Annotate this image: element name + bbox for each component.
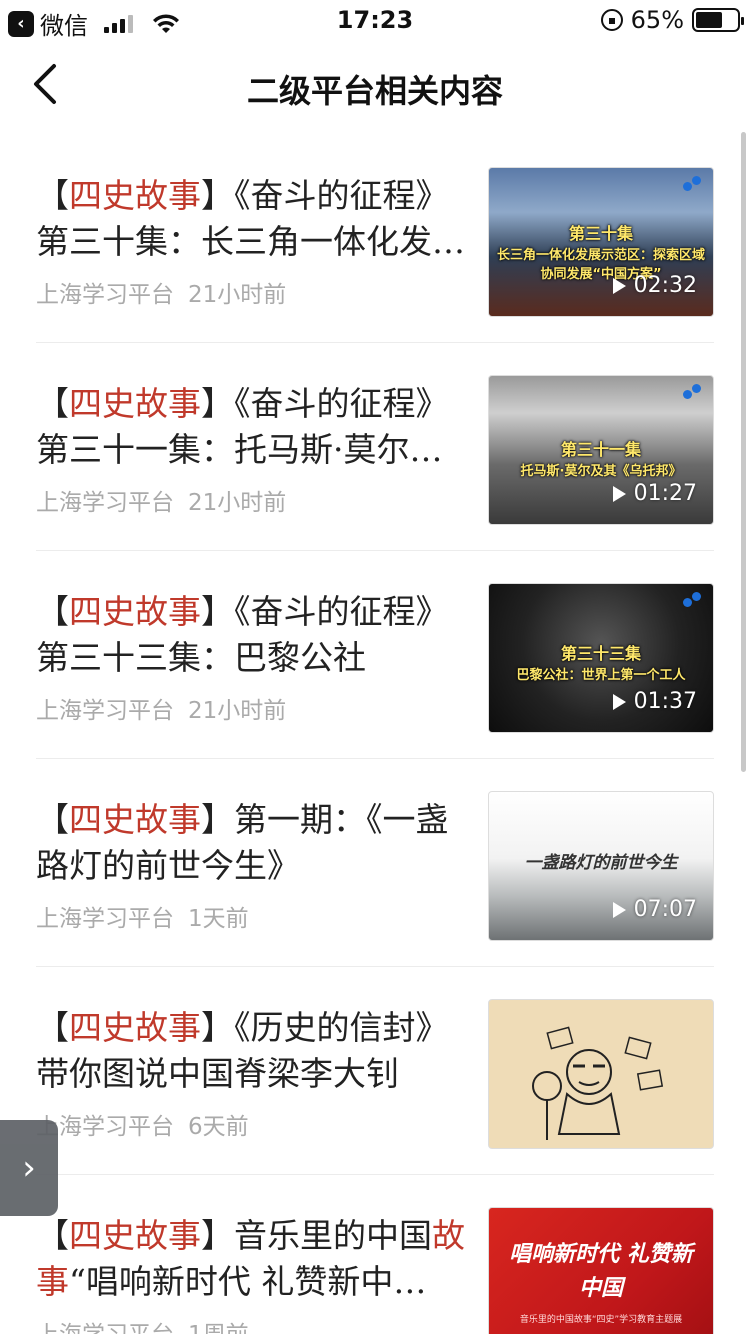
duration-text: 02:32 (633, 273, 697, 298)
battery-icon (692, 8, 744, 32)
illustration-thumbnail[interactable] (488, 999, 714, 1149)
list-item[interactable]: 【四史故事】音乐里的中国故事“唱响新时代 礼赞新中… 上海学习平台 1周前 唱响新… (36, 1175, 714, 1334)
item-time: 1周前 (188, 1315, 249, 1334)
item-title-text: 】音乐里的中国 (201, 1216, 432, 1255)
item-text: 【四史故事】《奋斗的征程》第三十集：长三角一体化发… 上海学习平台 21小时前 (36, 173, 466, 309)
platform-logo-icon (683, 384, 703, 400)
play-icon (612, 485, 626, 502)
thumbnail-caption: 第三十三集 (560, 644, 641, 663)
item-title-text-2: “唱响新时代 礼赞新中… (69, 1262, 427, 1301)
item-source: 上海学习平台 (36, 282, 174, 308)
video-duration: 01:37 (612, 689, 697, 714)
portrait-sketch-icon (532, 1026, 664, 1140)
list-item[interactable]: 【四史故事】《奋斗的征程》第三十集：长三角一体化发… 上海学习平台 21小时前 第… (36, 135, 714, 343)
item-text: 【四史故事】第一期：《一盏路灯的前世今生》 上海学习平台 1天前 (36, 797, 466, 933)
item-tag: 四史故事 (69, 176, 201, 215)
item-title[interactable]: 【四史故事】《奋斗的征程》第三十集：长三角一体化发… (36, 173, 466, 265)
video-thumbnail[interactable]: 第三十一集 托马斯·莫尔及其《乌托邦》 01:27 (488, 375, 714, 525)
chevron-right-icon: › (22, 1148, 36, 1188)
item-tag: 四史故事 (69, 592, 201, 631)
item-source: 上海学习平台 (36, 490, 174, 516)
scrollbar[interactable] (741, 132, 746, 772)
item-time: 1天前 (188, 906, 249, 932)
thumbnail-subcaption: 托马斯·莫尔及其《乌托邦》 (520, 464, 682, 479)
duration-text: 01:37 (633, 689, 697, 714)
item-meta: 上海学习平台 21小时前 (36, 691, 466, 725)
battery-percent: 65% (630, 6, 684, 34)
item-time: 21小时前 (188, 490, 287, 516)
poster-thumbnail[interactable]: 唱响新时代 礼赞新中国 音乐里的中国故事“四史”学习教育主题展 (488, 1207, 714, 1334)
orientation-lock-icon (600, 9, 623, 31)
item-title[interactable]: 【四史故事】《奋斗的征程》第三十一集：托马斯·莫尔… (36, 381, 466, 473)
video-duration: 01:27 (612, 481, 697, 506)
video-duration: 02:32 (612, 273, 697, 298)
item-time: 21小时前 (188, 698, 287, 724)
duration-text: 07:07 (633, 897, 697, 922)
video-thumbnail[interactable]: 第三十集 长三角一体化发展示范区：探索区域协同发展“中国方案” 02:32 (488, 167, 714, 317)
thumbnail-subcaption: 音乐里的中国故事“四史”学习教育主题展 (519, 1315, 683, 1325)
item-title[interactable]: 【四史故事】《历史的信封》带你图说中国脊梁李大钊 (36, 1005, 466, 1097)
item-text: 【四史故事】音乐里的中国故事“唱响新时代 礼赞新中… 上海学习平台 1周前 (36, 1213, 466, 1334)
item-text: 【四史故事】《奋斗的征程》第三十三集：巴黎公社 上海学习平台 21小时前 (36, 589, 466, 725)
play-icon (612, 901, 626, 918)
thumbnail-caption: 唱响新时代 礼赞新中国 (509, 1242, 693, 1301)
item-tag: 四史故事 (69, 1216, 201, 1255)
platform-logo-icon (683, 592, 703, 608)
item-source: 上海学习平台 (36, 906, 174, 932)
page-title: 二级平台相关内容 (246, 72, 503, 110)
list-item[interactable]: 【四史故事】《历史的信封》带你图说中国脊梁李大钊 上海学习平台 6天前 (36, 967, 714, 1175)
item-title[interactable]: 【四史故事】《奋斗的征程》第三十三集：巴黎公社 (36, 589, 466, 681)
item-time: 21小时前 (188, 282, 287, 308)
duration-text: 01:27 (633, 481, 697, 506)
item-source: 上海学习平台 (36, 1315, 174, 1334)
thumbnail-caption: 第三十集 (568, 224, 633, 243)
status-right: 65% (600, 6, 744, 34)
video-thumbnail[interactable]: 第三十三集 巴黎公社：世界上第一个工人 01:37 (488, 583, 714, 733)
thumbnail-caption: 一盏路灯的前世今生 (524, 853, 678, 873)
nav-bar: 二级平台相关内容 (0, 40, 750, 130)
list-item[interactable]: 【四史故事】《奋斗的征程》第三十一集：托马斯·莫尔… 上海学习平台 21小时前 第… (36, 343, 714, 551)
item-source: 上海学习平台 (36, 698, 174, 724)
item-meta: 上海学习平台 1天前 (36, 899, 466, 933)
item-text: 【四史故事】《奋斗的征程》第三十一集：托马斯·莫尔… 上海学习平台 21小时前 (36, 381, 466, 517)
item-tag: 四史故事 (69, 384, 201, 423)
item-meta: 上海学习平台 1周前 (36, 1315, 466, 1334)
item-meta: 上海学习平台 21小时前 (36, 275, 466, 309)
thumbnail-caption: 第三十一集 (560, 440, 641, 459)
video-thumbnail[interactable]: 一盏路灯的前世今生 07:07 (488, 791, 714, 941)
side-expand-tab[interactable]: › (0, 1120, 58, 1216)
status-bar: ‹ 微信 17:23 65% (0, 0, 750, 40)
video-duration: 07:07 (612, 897, 697, 922)
content-list: 【四史故事】《奋斗的征程》第三十集：长三角一体化发… 上海学习平台 21小时前 第… (36, 135, 714, 1334)
item-meta: 上海学习平台 21小时前 (36, 483, 466, 517)
thumbnail-subcaption: 巴黎公社：世界上第一个工人 (516, 668, 686, 683)
list-item[interactable]: 【四史故事】第一期：《一盏路灯的前世今生》 上海学习平台 1天前 一盏路灯的前世今… (36, 759, 714, 967)
item-text: 【四史故事】《历史的信封》带你图说中国脊梁李大钊 上海学习平台 6天前 (36, 1005, 466, 1141)
item-tag: 四史故事 (69, 800, 201, 839)
item-title[interactable]: 【四史故事】第一期：《一盏路灯的前世今生》 (36, 797, 466, 889)
item-meta: 上海学习平台 6天前 (36, 1107, 466, 1141)
item-tag: 四史故事 (69, 1008, 201, 1047)
play-icon (612, 693, 626, 710)
list-item[interactable]: 【四史故事】《奋斗的征程》第三十三集：巴黎公社 上海学习平台 21小时前 第三十三… (36, 551, 714, 759)
play-icon (612, 277, 626, 294)
item-time: 6天前 (188, 1114, 249, 1140)
platform-logo-icon (683, 176, 703, 192)
item-title[interactable]: 【四史故事】音乐里的中国故事“唱响新时代 礼赞新中… (36, 1213, 466, 1305)
